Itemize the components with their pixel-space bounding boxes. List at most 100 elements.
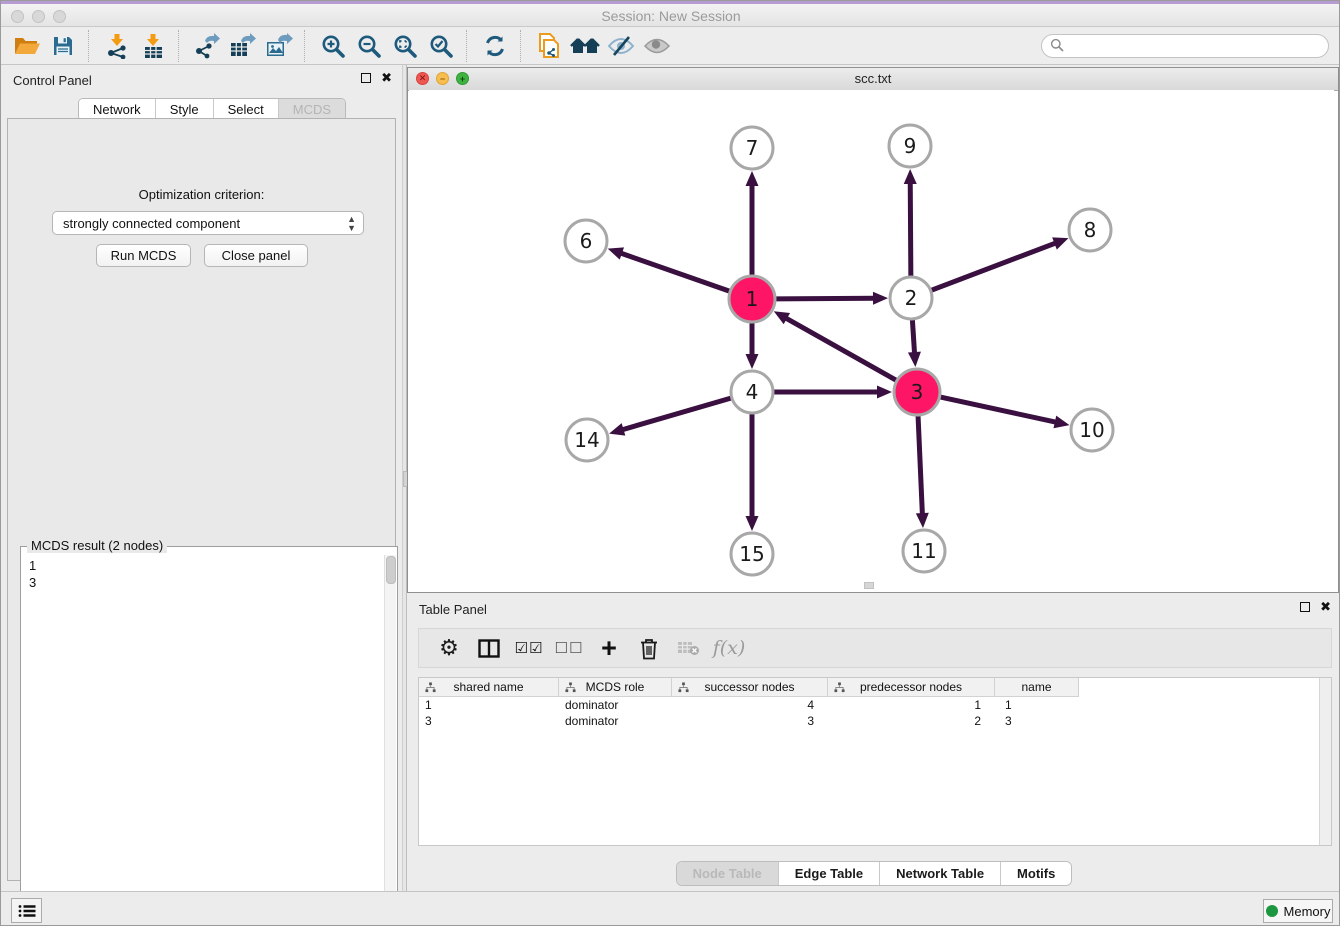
cell-shared-name[interactable]: 3: [419, 713, 559, 729]
main-titlebar: Session: New Session: [1, 1, 1340, 27]
graph-edge-arrowhead: [1053, 416, 1069, 429]
zoom-in-button[interactable]: [315, 29, 351, 63]
cell-shared-name[interactable]: 1: [419, 697, 559, 713]
tab-mcds[interactable]: MCDS: [279, 99, 345, 120]
cell-mcds-role[interactable]: dominator: [559, 697, 672, 713]
result-scrollbar[interactable]: [384, 555, 396, 925]
zoom-out-button[interactable]: [351, 29, 387, 63]
cell-predecessor-nodes[interactable]: 1: [828, 697, 995, 713]
graph-edge-arrowhead: [609, 423, 625, 435]
network-window-titlebar[interactable]: ✕ − + scc.txt: [408, 68, 1338, 91]
graph-edge[interactable]: [910, 181, 911, 276]
column-header-predecessor-nodes[interactable]: predecessor nodes: [828, 678, 995, 697]
zoom-fit-button[interactable]: [387, 29, 423, 63]
table-scrollbar[interactable]: [1319, 678, 1331, 845]
memory-status-icon: [1266, 905, 1278, 917]
hierarchy-icon: [565, 682, 576, 693]
memory-button[interactable]: Memory: [1263, 899, 1333, 923]
mcds-result-list[interactable]: 1 3: [22, 555, 385, 925]
mcds-result-box: MCDS result (2 nodes) 1 3: [20, 546, 398, 926]
control-panel-title: Control Panel: [13, 73, 92, 88]
result-scrollbar-thumb[interactable]: [386, 556, 396, 584]
task-history-button[interactable]: [11, 898, 42, 923]
column-header-name[interactable]: name: [995, 678, 1079, 697]
export-network-button[interactable]: [189, 29, 225, 63]
select-all-button[interactable]: ☑☑: [511, 631, 547, 665]
control-panel: Control Panel ✖ Network Style Select MCD…: [1, 65, 402, 891]
graph-edge[interactable]: [619, 253, 729, 292]
apply-function-button[interactable]: f(x): [711, 631, 747, 665]
copy-network-button[interactable]: [531, 29, 567, 63]
cell-mcds-role[interactable]: dominator: [559, 713, 672, 729]
cell-successor-nodes[interactable]: 4: [672, 697, 828, 713]
refresh-view-button[interactable]: [477, 29, 513, 63]
table-row[interactable]: 1 dominator 4 1 1: [419, 697, 1331, 713]
zoom-out-icon: [356, 33, 382, 59]
tab-motifs[interactable]: Motifs: [1001, 862, 1071, 885]
add-column-button[interactable]: +: [591, 631, 627, 665]
delete-table-button[interactable]: [671, 631, 707, 665]
close-panel-button[interactable]: Close panel: [204, 244, 308, 267]
hide-selected-button[interactable]: [603, 29, 639, 63]
cell-predecessor-nodes[interactable]: 2: [828, 713, 995, 729]
graph-edge[interactable]: [932, 242, 1058, 290]
close-table-panel-icon[interactable]: ✖: [1320, 602, 1331, 612]
table-settings-button[interactable]: ⚙: [431, 631, 467, 665]
zoom-selected-button[interactable]: [423, 29, 459, 63]
search-container: [1041, 34, 1329, 58]
export-table-button[interactable]: [225, 29, 261, 63]
node-table: shared name MCDS role successor nodes pr…: [418, 677, 1332, 846]
tab-select[interactable]: Select: [214, 99, 279, 120]
tab-node-table[interactable]: Node Table: [677, 862, 779, 885]
show-all-networks-button[interactable]: [567, 29, 603, 63]
run-mcds-button[interactable]: Run MCDS: [96, 244, 191, 267]
delete-column-button[interactable]: [631, 631, 667, 665]
graph-edge-arrowhead: [746, 171, 759, 186]
application-window: Session: New Session: [0, 0, 1340, 926]
column-header-successor-nodes[interactable]: successor nodes: [672, 678, 828, 697]
open-folder-icon: [13, 34, 41, 58]
cell-successor-nodes[interactable]: 3: [672, 713, 828, 729]
graph-edge[interactable]: [912, 320, 914, 355]
graph-node-label: 4: [746, 380, 759, 404]
column-header-shared-name[interactable]: shared name: [419, 678, 559, 697]
network-graph[interactable]: 7968124314101511: [409, 90, 1334, 590]
table-row[interactable]: 3 dominator 3 2 3: [419, 713, 1331, 729]
import-table-button[interactable]: [135, 29, 171, 63]
optimization-criterion-select[interactable]: strongly connected component ▲▼: [52, 211, 364, 235]
graph-edge-arrowhead: [904, 169, 917, 184]
graph-node-label: 2: [905, 286, 918, 310]
window-title: Session: New Session: [1, 8, 1340, 24]
network-view-window: ✕ − + scc.txt 7968124314101511: [407, 67, 1339, 593]
graph-node-label: 6: [580, 229, 593, 253]
close-panel-icon[interactable]: ✖: [381, 73, 392, 83]
network-canvas[interactable]: 7968124314101511: [409, 90, 1334, 590]
search-input[interactable]: [1041, 34, 1329, 58]
mcds-result-title: MCDS result (2 nodes): [27, 538, 167, 553]
save-session-button[interactable]: [45, 29, 81, 63]
canvas-resize-grip[interactable]: [864, 582, 874, 589]
tab-network-table[interactable]: Network Table: [880, 862, 1001, 885]
graph-edge[interactable]: [784, 317, 896, 380]
tab-style[interactable]: Style: [156, 99, 214, 120]
float-panel-icon[interactable]: [361, 73, 371, 83]
cell-name[interactable]: 3: [995, 713, 1079, 729]
graph-edge[interactable]: [621, 398, 731, 430]
optimization-criterion-label: Optimization criterion:: [8, 187, 395, 202]
toggle-column-view-button[interactable]: [471, 631, 507, 665]
graph-edge[interactable]: [918, 416, 922, 516]
cell-name[interactable]: 1: [995, 697, 1079, 713]
import-network-button[interactable]: [99, 29, 135, 63]
export-image-button[interactable]: [261, 29, 297, 63]
show-selected-button[interactable]: [639, 29, 675, 63]
double-home-icon: [570, 34, 600, 58]
float-table-panel-icon[interactable]: [1300, 602, 1310, 612]
tab-network[interactable]: Network: [79, 99, 156, 120]
tab-edge-table[interactable]: Edge Table: [779, 862, 880, 885]
graph-edge[interactable]: [776, 298, 876, 299]
column-header-mcds-role[interactable]: MCDS role: [559, 678, 672, 697]
open-session-button[interactable]: [9, 29, 45, 63]
graph-edge[interactable]: [940, 397, 1057, 422]
deselect-all-button[interactable]: ☐☐: [551, 631, 587, 665]
hierarchy-icon: [678, 682, 689, 693]
